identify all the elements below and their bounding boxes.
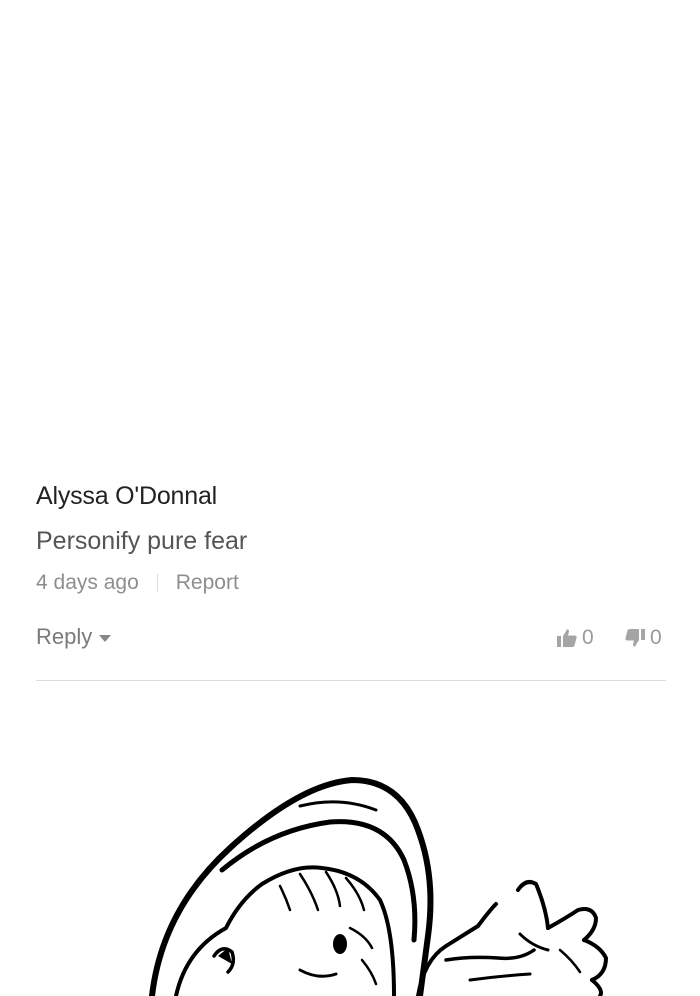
upvote-count: 0 [582, 626, 594, 649]
thumbs-up-icon [557, 629, 577, 647]
reply-label: Reply [36, 624, 93, 649]
comic-illustration [0, 760, 700, 996]
downvote-count: 0 [650, 626, 662, 649]
meta-separator [156, 574, 158, 592]
page: Alyssa O'Donnal Personify pure fear 4 da… [0, 0, 700, 996]
chevron-down-icon [99, 635, 112, 642]
comic-hooded-figure-illustration [149, 777, 608, 996]
thumbs-down-icon [625, 629, 645, 647]
report-link[interactable]: Report [176, 571, 239, 595]
comment-actions: Reply 0 0 [36, 624, 666, 654]
comment-author[interactable]: Alyssa O'Donnal [36, 482, 217, 511]
comment-text: Personify pure fear [36, 527, 248, 555]
reply-button[interactable]: Reply [36, 624, 112, 650]
comment-timestamp: 4 days ago [36, 571, 139, 594]
upvote-button[interactable]: 0 [556, 626, 594, 650]
comment-meta: 4 days ago Report [36, 571, 239, 595]
downvote-button[interactable]: 0 [624, 626, 662, 650]
comment-divider [36, 680, 666, 681]
